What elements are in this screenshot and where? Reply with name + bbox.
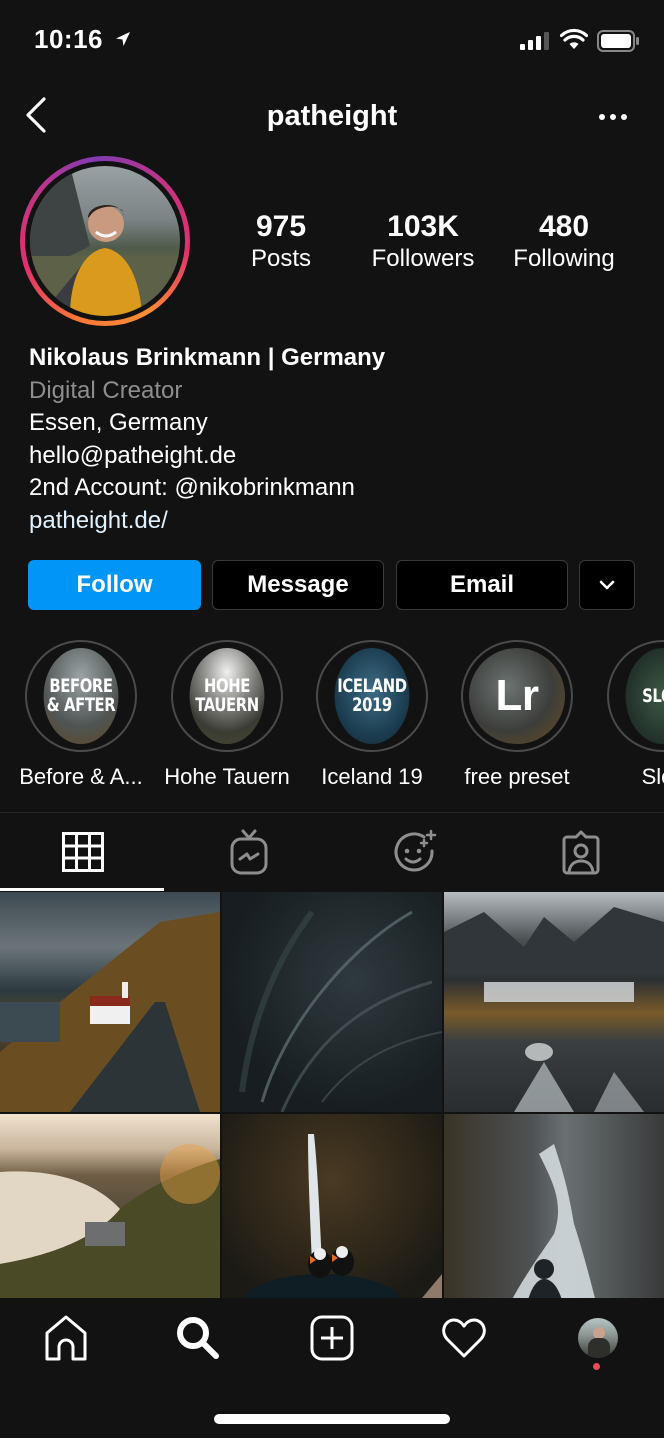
more-options-icon[interactable]	[598, 112, 628, 122]
message-button[interactable]: Message	[212, 560, 384, 610]
stat-following-label: Following	[513, 245, 615, 272]
posts-grid	[0, 892, 664, 1334]
nav-profile[interactable]	[568, 1314, 628, 1362]
highlight-hohe-tauern[interactable]: HOHE TAUERN Hohe Tauern	[162, 640, 292, 790]
highlight-iceland-19[interactable]: ICELAND 2019 Iceland 19	[307, 640, 437, 790]
post-thumbnail[interactable]	[444, 892, 664, 1112]
tab-igtv[interactable]	[166, 813, 332, 891]
stat-followers[interactable]: 103K Followers	[353, 210, 493, 274]
nav-home[interactable]	[36, 1314, 96, 1362]
highlight-cover: SLOV	[625, 648, 664, 744]
stat-posts[interactable]: 975 Posts	[211, 210, 351, 274]
wifi-icon	[560, 28, 588, 49]
status-time: 10:16	[34, 24, 103, 54]
highlight-cover: HOHE TAUERN	[189, 648, 265, 744]
bio-email: hello@patheight.de	[29, 441, 237, 469]
home-indicator	[214, 1414, 450, 1424]
highlight-before-after[interactable]: BEFORE & AFTER Before & A...	[16, 640, 146, 790]
stat-posts-value: 975	[255, 210, 307, 243]
post-thumbnail[interactable]	[0, 892, 220, 1112]
highlight-cover: BEFORE & AFTER	[43, 648, 119, 744]
home-icon	[45, 1315, 87, 1361]
tab-tagged[interactable]	[498, 813, 664, 891]
highlight-cover: Lr	[469, 648, 565, 744]
bio-website-link[interactable]: patheight.de/	[29, 505, 385, 538]
igtv-icon	[230, 829, 268, 875]
profile-tabs	[0, 812, 664, 891]
stat-followers-label: Followers	[371, 245, 475, 272]
nav-activity[interactable]	[434, 1314, 494, 1362]
stat-posts-label: Posts	[250, 245, 312, 272]
highlight-cover: ICELAND 2019	[334, 648, 410, 744]
stat-following[interactable]: 480 Following	[494, 210, 634, 274]
chevron-down-icon	[599, 580, 615, 590]
profile-username: patheight	[266, 100, 398, 132]
stat-following-value: 480	[538, 210, 590, 243]
profile-bio: Nikolaus Brinkmann | Germany Digital Cre…	[29, 342, 385, 537]
nav-new-post[interactable]	[302, 1314, 362, 1362]
post-thumbnail[interactable]	[222, 892, 442, 1112]
highlight-label: Hohe Tauern	[164, 764, 290, 789]
tab-posts-grid[interactable]	[0, 813, 166, 891]
search-icon	[177, 1317, 219, 1359]
highlight-label: Before & A...	[19, 764, 143, 789]
avatar-photo	[30, 166, 180, 316]
active-tab-indicator	[0, 888, 164, 891]
notification-dot	[593, 1363, 600, 1370]
follow-button[interactable]: Follow	[28, 560, 201, 610]
highlight-label: Iceland 19	[321, 764, 423, 789]
activity-heart-icon	[442, 1318, 486, 1358]
suggested-accounts-button[interactable]	[579, 560, 635, 610]
profile-avatar-icon	[578, 1318, 618, 1358]
highlight-slov[interactable]: SLOV Slov	[598, 640, 664, 790]
stat-followers-value: 103K	[387, 210, 459, 243]
tagged-person-icon	[562, 830, 600, 875]
location-arrow-icon	[116, 32, 130, 46]
battery-icon	[597, 30, 639, 52]
highlight-free-preset[interactable]: Lr free preset	[452, 640, 582, 790]
bio-full-name: Nikolaus Brinkmann | Germany	[29, 344, 386, 371]
profile-avatar[interactable]	[20, 156, 190, 326]
tab-effects[interactable]	[332, 813, 498, 891]
effects-face-icon	[394, 829, 437, 872]
highlight-label: free preset	[464, 764, 570, 789]
bio-category: Digital Creator	[29, 376, 183, 404]
bio-location: Essen, Germany	[29, 409, 208, 436]
highlight-label: Slov	[641, 764, 664, 789]
email-button[interactable]: Email	[396, 560, 568, 610]
grid-icon	[62, 832, 104, 872]
cellular-signal-icon	[520, 32, 549, 50]
nav-search[interactable]	[168, 1314, 228, 1362]
bio-second-account[interactable]: 2nd Account: @nikobrinkmann	[29, 472, 385, 505]
new-post-icon	[310, 1315, 354, 1361]
